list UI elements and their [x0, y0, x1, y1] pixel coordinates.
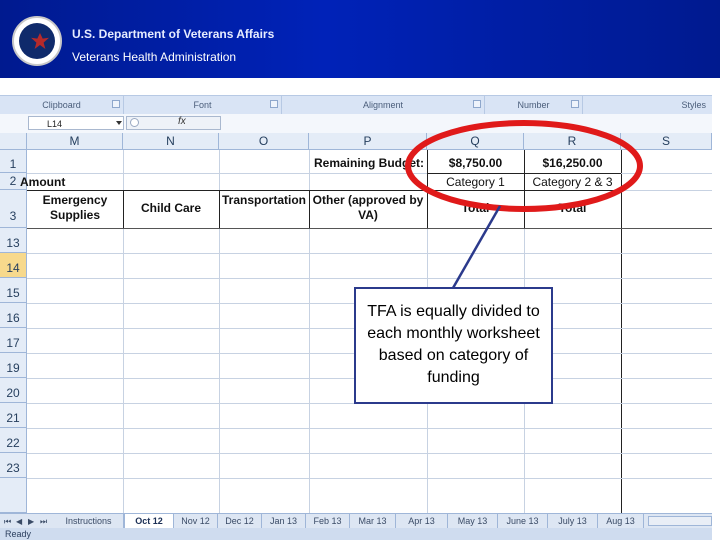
sheet-tab-bar: ⏮ ◀ ▶ ⏭ Instructions Oct 12 Nov 12 Dec 1… — [0, 513, 712, 529]
sheet-tab-june-13[interactable]: June 13 — [498, 514, 548, 528]
horizontal-scrollbar[interactable] — [648, 516, 712, 526]
sheet-tab-july-13[interactable]: July 13 — [548, 514, 598, 528]
next-sheet-icon[interactable]: ▶ — [28, 517, 34, 526]
sheet-tab-feb-13[interactable]: Feb 13 — [306, 514, 350, 528]
sheet-tab-jan-13[interactable]: Jan 13 — [262, 514, 306, 528]
callout-box: TFA is equally divided to each monthly w… — [354, 287, 553, 404]
sheet-tab-mar-13[interactable]: Mar 13 — [350, 514, 396, 528]
sheet-tab-instructions[interactable]: Instructions — [54, 514, 124, 528]
sheet-tab-apr-13[interactable]: Apr 13 — [396, 514, 448, 528]
last-sheet-icon[interactable]: ⏭ — [40, 517, 47, 527]
status-bar: Ready — [0, 528, 712, 540]
sheet-tab-dec-12[interactable]: Dec 12 — [218, 514, 262, 528]
sheet-tab-aug-13[interactable]: Aug 13 — [598, 514, 644, 528]
sheet-tab-may-13[interactable]: May 13 — [448, 514, 498, 528]
sheet-tab-oct-12[interactable]: Oct 12 — [124, 514, 174, 528]
annotation-layer — [405, 120, 643, 289]
highlight-ring — [405, 120, 643, 212]
first-sheet-icon[interactable]: ⏮ — [4, 517, 11, 527]
sheet-tab-nov-12[interactable]: Nov 12 — [174, 514, 218, 528]
prev-sheet-icon[interactable]: ◀ — [16, 517, 22, 526]
callout-connector — [451, 205, 502, 289]
